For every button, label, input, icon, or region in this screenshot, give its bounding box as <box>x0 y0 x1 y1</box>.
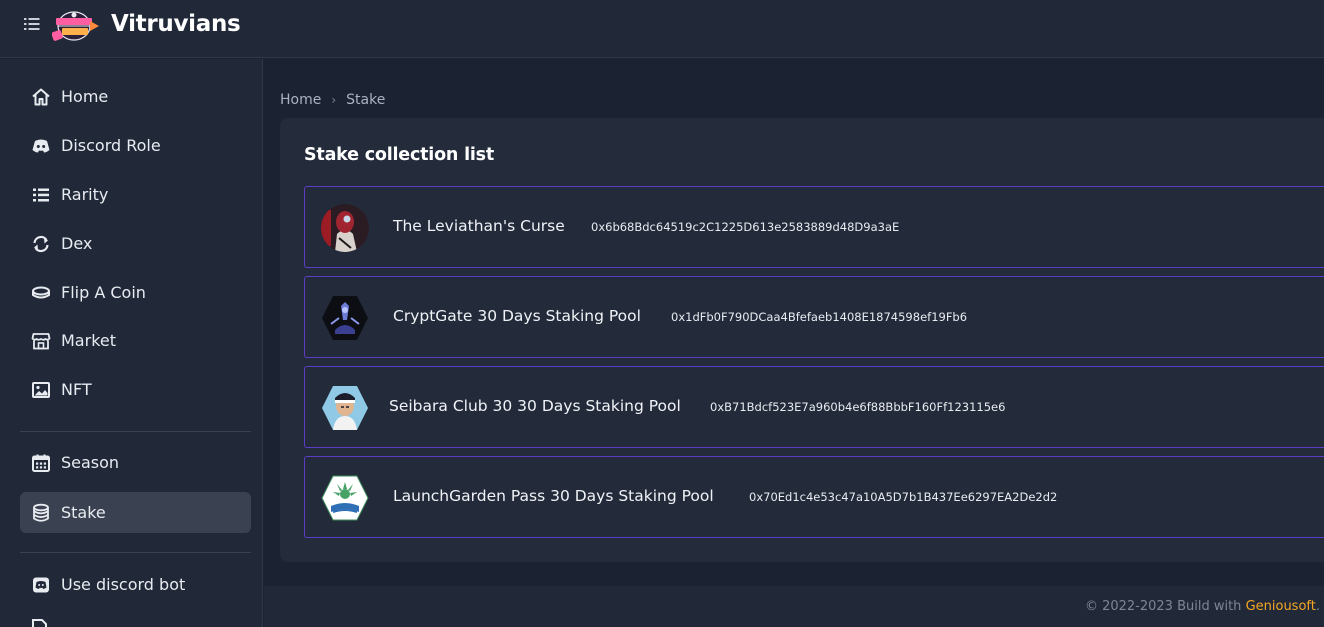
stake-collection-panel: Stake collection list The Leviathan's Cu… <box>280 118 1324 562</box>
home-icon <box>31 87 51 107</box>
panel-title: Stake collection list <box>304 145 495 165</box>
cryptgate-avatar <box>322 296 368 340</box>
app-title: Vitruvians <box>111 11 241 37</box>
discord-icon <box>31 136 51 156</box>
main-content: Home › Stake Stake collection list The L… <box>264 59 1324 586</box>
sidebar-item-label: Market <box>61 331 116 350</box>
collection-address: 0x6b68Bdc64519c2C1225D613e2583889d48D9a3… <box>591 220 900 234</box>
collection-address: 0xB71Bdcf523E7a960b4e6f88BbbF160Ff123115… <box>710 400 1006 414</box>
sidebar-item-label: Discord Role <box>61 136 161 155</box>
sidebar-item-nft[interactable]: NFT <box>20 369 251 410</box>
sidebar-item-label: Flip A Coin <box>61 283 146 302</box>
sidebar-item-label: Dex <box>61 234 93 253</box>
list-icon <box>31 185 51 205</box>
sidebar-item-season[interactable]: Season <box>20 442 251 483</box>
top-bar: Vitruvians <box>0 0 1324 58</box>
document-icon <box>32 619 47 627</box>
sidebar-item-home[interactable]: Home <box>20 76 251 117</box>
footer-copyright: © 2022-2023 Build with Geniousoft. <box>1085 599 1320 614</box>
stake-collection-row[interactable]: LaunchGarden Pass 30 Days Staking Pool 0… <box>304 456 1324 538</box>
footer: © 2022-2023 Build with Geniousoft. <box>264 586 1324 627</box>
breadcrumb: Home › Stake <box>280 92 385 108</box>
sidebar-item-label: NFT <box>61 380 92 399</box>
store-icon <box>31 331 51 351</box>
stake-collection-row[interactable]: The Leviathan's Curse 0x6b68Bdc64519c2C1… <box>304 186 1324 268</box>
footer-link-geniousoft[interactable]: Geniousoft <box>1246 599 1316 614</box>
vitruvians-logo[interactable] <box>52 9 100 43</box>
launchgarden-avatar <box>321 475 369 521</box>
collection-name: The Leviathan's Curse <box>393 217 565 235</box>
sidebar-divider <box>20 552 251 553</box>
breadcrumb-current: Stake <box>346 92 386 108</box>
sidebar-item-use-discord-bot[interactable]: Use discord bot <box>20 564 251 605</box>
collection-name: Seibara Club 30 30 Days Staking Pool <box>389 397 681 415</box>
stake-collection-row[interactable]: CryptGate 30 Days Staking Pool 0x1dFb0F7… <box>304 276 1324 358</box>
collection-name: CryptGate 30 Days Staking Pool <box>393 307 641 325</box>
sidebar-item-label: Stake <box>61 503 106 522</box>
sidebar-item-flip-a-coin[interactable]: Flip A Coin <box>20 272 251 313</box>
collection-address: 0x1dFb0F790DCaa4Bfefaeb1408E1874598ef19F… <box>671 310 968 324</box>
leviathan-avatar <box>321 204 369 252</box>
chevron-right-icon: › <box>331 93 337 107</box>
sidebar-item-label: Use discord bot <box>61 575 186 594</box>
database-icon <box>31 503 51 523</box>
sidebar-item-label: Season <box>61 453 120 472</box>
stake-collection-row[interactable]: Seibara Club 30 30 Days Staking Pool 0xB… <box>304 366 1324 448</box>
sidebar-item-rarity[interactable]: Rarity <box>20 174 251 215</box>
coin-icon <box>31 283 51 303</box>
footer-text: © 2022-2023 Build with <box>1084 599 1246 614</box>
footer-suffix: . <box>1315 599 1320 614</box>
breadcrumb-home-link[interactable]: Home <box>280 92 321 108</box>
menu-list-icon[interactable] <box>24 17 40 31</box>
collection-address: 0x70Ed1c4e53c47a10A5D7b1B437Ee6297EA2De2… <box>749 490 1058 504</box>
seibara-avatar <box>322 386 368 430</box>
sidebar-item-market[interactable]: Market <box>20 320 251 361</box>
sidebar-item-label: Rarity <box>61 185 109 204</box>
calendar-icon <box>31 453 51 473</box>
sidebar-item-stake[interactable]: Stake <box>20 492 251 533</box>
collection-name: LaunchGarden Pass 30 Days Staking Pool <box>393 487 714 505</box>
discord-icon <box>31 575 51 595</box>
image-icon <box>31 380 51 400</box>
sidebar-item-label: Home <box>61 87 109 106</box>
sidebar-item-discord-role[interactable]: Discord Role <box>20 125 251 166</box>
sidebar-item-dex[interactable]: Dex <box>20 223 251 264</box>
sync-icon <box>31 234 51 254</box>
sidebar-divider <box>20 431 251 432</box>
sidebar: Home Discord Role Rarity Dex Flip A Coin… <box>0 59 263 627</box>
